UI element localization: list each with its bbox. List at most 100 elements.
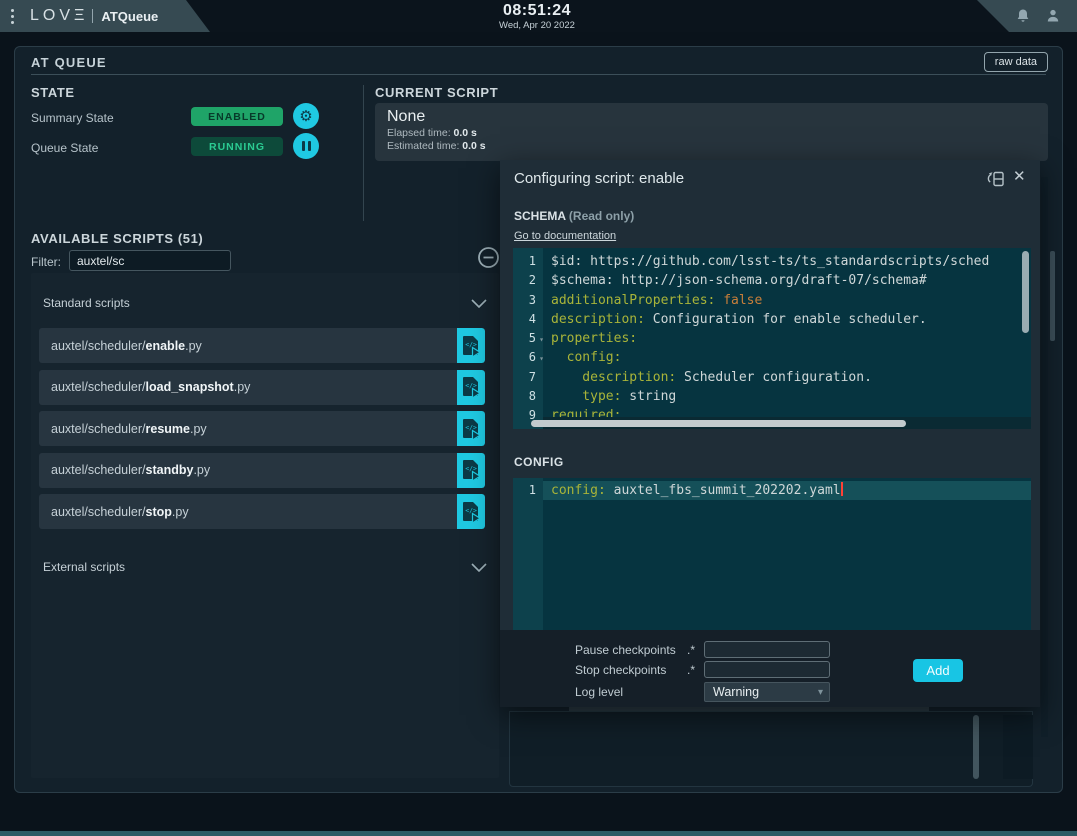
clock-date: Wed, Apr 20 2022 — [437, 20, 637, 31]
raw-data-button[interactable]: raw data — [984, 52, 1048, 72]
standard-scripts-group[interactable]: Standard scripts — [31, 291, 499, 315]
launch-script-button[interactable]: </> — [457, 370, 485, 405]
summary-state-badge: ENABLED — [191, 107, 283, 126]
state-divider — [363, 85, 364, 221]
schema-editor[interactable]: 1$id: https://github.com/lsst-ts/ts_stan… — [513, 248, 1031, 429]
external-scripts-group[interactable]: External scripts — [31, 555, 499, 579]
clock-time: 08:51:24 — [437, 2, 637, 20]
add-button[interactable]: Add — [913, 659, 963, 682]
script-item[interactable]: auxtel/scheduler/resume.py </> — [39, 411, 485, 446]
current-script-card: None Elapsed time: 0.0 s Estimated time:… — [375, 103, 1048, 161]
script-item[interactable]: auxtel/scheduler/enable.py </> — [39, 328, 485, 363]
stop-checkpoints-label: Stop checkpoints — [575, 663, 666, 677]
pause-queue-button[interactable] — [293, 133, 319, 159]
launch-script-button[interactable]: </> — [457, 328, 485, 363]
script-path: auxtel/scheduler/enable.py — [39, 339, 202, 353]
clock: 08:51:24 Wed, Apr 20 2022 — [437, 2, 637, 31]
standard-scripts-list: auxtel/scheduler/enable.py</>auxtel/sche… — [31, 328, 499, 529]
launch-script-icon: </> — [461, 335, 481, 357]
schema-heading: SCHEMA (Read only) — [514, 209, 634, 223]
background-queue-panel — [509, 711, 1033, 787]
top-bar-left: LOVΞ ATQueue — [0, 0, 212, 32]
queue-state-label: Queue State — [31, 141, 98, 155]
script-options-form: Pause checkpoints .* Stop checkpoints .*… — [500, 630, 1040, 707]
background-side-column — [1003, 715, 1033, 779]
configure-script-modal: Configuring script: enable ✕ SCHEMA (Rea… — [500, 160, 1040, 707]
summary-state-label: Summary State — [31, 111, 114, 125]
top-bar: LOVΞ ATQueue 08:51:24 Wed, Apr 20 2022 — [0, 0, 1077, 32]
config-editor[interactable]: 1config: auxtel_fbs_summit_202202.yaml — [513, 478, 1031, 630]
scripts-list-panel: Standard scripts auxtel/scheduler/enable… — [31, 273, 499, 778]
launch-script-icon: </> — [461, 418, 481, 440]
launch-script-button[interactable]: </> — [457, 494, 485, 529]
launch-script-button[interactable]: </> — [457, 453, 485, 488]
script-path: auxtel/scheduler/standby.py — [39, 463, 210, 477]
state-heading: STATE — [31, 85, 75, 100]
code-line: 6▾ config: — [513, 348, 1031, 367]
summary-state-config-button[interactable]: ⚙ — [293, 103, 319, 129]
text-cursor — [841, 482, 843, 496]
code-line: 8 type: string — [513, 387, 1031, 406]
panel-title: AT QUEUE — [31, 55, 107, 70]
schema-title: SCHEMA — [514, 209, 566, 223]
notifications-bell-icon[interactable] — [1015, 8, 1031, 24]
pause-checkpoints-label: Pause checkpoints — [575, 643, 676, 657]
script-item[interactable]: auxtel/scheduler/standby.py </> — [39, 453, 485, 488]
close-icon[interactable]: ✕ — [1013, 167, 1026, 185]
current-script-name: None — [387, 108, 1036, 126]
external-scripts-label: External scripts — [43, 560, 125, 574]
elapsed-time-label: Elapsed time: — [387, 127, 451, 139]
chevron-down-icon — [471, 563, 487, 572]
available-scripts-heading: AVAILABLE SCRIPTS (51) — [31, 231, 203, 246]
user-account-icon[interactable] — [1045, 8, 1061, 24]
pause-checkpoints-hint: .* — [687, 643, 695, 657]
love-logo: LOVΞ — [30, 7, 88, 25]
menu-icon[interactable] — [11, 9, 14, 24]
code-line: 1config: auxtel_fbs_summit_202202.yaml — [513, 481, 1031, 500]
top-bar-right — [977, 0, 1077, 32]
documentation-link[interactable]: Go to documentation — [514, 230, 616, 242]
schema-hscrollbar-thumb[interactable] — [531, 420, 906, 427]
filter-label: Filter: — [31, 255, 61, 269]
launch-script-icon: </> — [461, 376, 481, 398]
launch-script-button[interactable]: </> — [457, 411, 485, 446]
estimated-time-value: 0.0 s — [462, 140, 485, 152]
modal-title: Configuring script: enable — [514, 170, 684, 187]
estimated-time-label: Estimated time: — [387, 140, 459, 152]
app-name: ATQueue — [101, 9, 158, 24]
code-line: 1$id: https://github.com/lsst-ts/ts_stan… — [513, 252, 1031, 271]
script-path: auxtel/scheduler/resume.py — [39, 422, 207, 436]
panel-title-rule — [31, 74, 1046, 75]
bottom-accent-strip — [0, 831, 1077, 836]
collapse-all-icon[interactable] — [477, 246, 500, 269]
launch-script-icon: </> — [461, 501, 481, 523]
schema-readonly-label: (Read only) — [569, 209, 634, 223]
stop-checkpoints-input[interactable] — [704, 661, 830, 678]
pause-checkpoints-input[interactable] — [704, 641, 830, 658]
current-script-heading: CURRENT SCRIPT — [375, 85, 498, 100]
filter-input[interactable] — [69, 250, 231, 271]
background-scrollbar[interactable] — [973, 715, 979, 779]
script-item[interactable]: auxtel/scheduler/load_snapshot.py</> — [39, 370, 485, 405]
logo-divider — [92, 9, 93, 23]
code-line: 3additionalProperties: false — [513, 291, 1031, 310]
log-level-select[interactable]: Warning ▾ — [704, 682, 830, 702]
config-heading: CONFIG — [514, 455, 564, 469]
queue-state-badge: RUNNING — [191, 137, 283, 156]
schema-vscrollbar-thumb[interactable] — [1022, 251, 1029, 333]
svg-text:</>: </> — [465, 340, 477, 348]
stop-checkpoints-hint: .* — [687, 663, 695, 677]
swap-panels-icon[interactable] — [986, 170, 1006, 188]
chevron-down-icon: ▾ — [818, 687, 829, 698]
svg-text:</>: </> — [465, 506, 477, 514]
background-right-column — [1041, 177, 1048, 737]
script-item[interactable]: auxtel/scheduler/stop.py</> — [39, 494, 485, 529]
chevron-down-icon — [471, 299, 487, 308]
estimated-time: Estimated time: 0.0 s — [387, 140, 1036, 152]
log-level-value: Warning — [705, 685, 759, 699]
atqueue-screen: LOVΞ ATQueue 08:51:24 Wed, Apr 20 2022 A… — [0, 0, 1077, 836]
svg-text:</>: </> — [465, 423, 477, 431]
log-level-label: Log level — [575, 685, 623, 699]
standard-scripts-label: Standard scripts — [43, 296, 130, 310]
background-right-scrollbar[interactable] — [1050, 251, 1055, 341]
